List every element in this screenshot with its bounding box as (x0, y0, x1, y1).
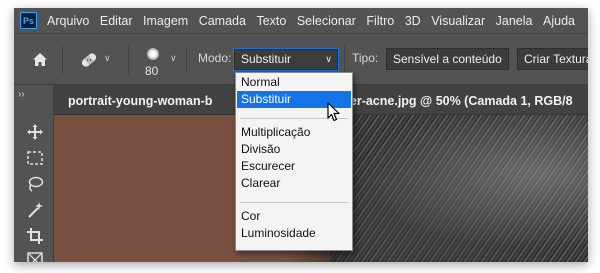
menu-selecionar[interactable]: Selecionar (297, 14, 356, 28)
menu-filtro[interactable]: Filtro (366, 14, 394, 28)
mode-option-luminosidade[interactable]: Luminosidade (237, 225, 351, 242)
menu-editar[interactable]: Editar (100, 14, 133, 28)
mode-option-escurecer[interactable]: Escurecer (237, 158, 351, 175)
create-texture-button[interactable]: Criar Textura (517, 48, 588, 70)
home-icon (33, 53, 47, 66)
chevron-down-icon[interactable]: ∨ (104, 53, 111, 64)
mode-option-multiplicacao[interactable]: Multiplicação (237, 124, 351, 141)
crop-tool-icon[interactable] (26, 227, 44, 245)
document-tab-title-suffix: n-her-acne.jpg @ 50% (Camada 1, RGB/8 (330, 94, 573, 108)
type-label: Tipo: (352, 51, 379, 65)
mode-option-cor[interactable]: Cor (237, 208, 351, 225)
content-aware-button[interactable]: Sensível a conteúdo (386, 48, 509, 70)
marquee-tool-icon[interactable] (26, 149, 44, 167)
document-tab-title: portrait-young-woman-b (68, 94, 213, 108)
menu-camada[interactable]: Camada (199, 14, 246, 28)
options-divider (344, 46, 345, 74)
photo-hair-region (330, 115, 588, 262)
chevron-down-icon[interactable]: ∨ (170, 53, 177, 64)
brush-size-value: 80 (145, 64, 159, 78)
options-divider (128, 46, 129, 74)
mode-dropdown-list: Normal Substituir Multiplicação Divisão … (235, 72, 353, 251)
mode-option-divisao[interactable]: Divisão (237, 141, 351, 158)
home-button[interactable] (32, 52, 48, 70)
menu-texto[interactable]: Texto (256, 14, 286, 28)
photoshop-window: Ps Arquivo Editar Imagem Camada Texto Se… (14, 8, 588, 262)
magic-wand-icon[interactable] (26, 201, 44, 219)
bandage-brush-icon (81, 53, 97, 67)
dropdown-divider (240, 202, 348, 203)
mode-label: Modo: (198, 51, 232, 65)
move-tool-icon[interactable] (26, 123, 44, 141)
mode-select-value: Substituir (241, 52, 292, 66)
brush-preview-icon[interactable] (147, 48, 159, 60)
mode-select[interactable]: Substituir ∨ (234, 49, 338, 70)
options-divider (62, 46, 63, 74)
menu-arquivo[interactable]: Arquivo (47, 14, 89, 28)
menu-janela[interactable]: Janela (496, 14, 533, 28)
menu-ajuda[interactable]: Ajuda (543, 14, 575, 28)
mouse-pointer-icon (327, 102, 340, 122)
mode-option-normal[interactable]: Normal (237, 74, 351, 91)
options-divider (186, 46, 187, 74)
menu-bar: Ps Arquivo Editar Imagem Camada Texto Se… (14, 8, 588, 33)
photoshop-logo: Ps (20, 12, 37, 29)
tool-preset-picker[interactable] (78, 51, 100, 72)
frame-tool-icon[interactable] (26, 251, 44, 262)
mode-option-clarear[interactable]: Clarear (237, 175, 351, 192)
expand-panel-icon[interactable]: ›› (18, 89, 25, 100)
menu-imagem[interactable]: Imagem (143, 14, 188, 28)
tools-panel: ›› (14, 85, 54, 262)
chevron-down-icon: ∨ (325, 54, 332, 64)
lasso-tool-icon[interactable] (26, 175, 44, 193)
menu-3d[interactable]: 3D (405, 14, 421, 28)
menu-visualizar[interactable]: Visualizar (431, 14, 485, 28)
